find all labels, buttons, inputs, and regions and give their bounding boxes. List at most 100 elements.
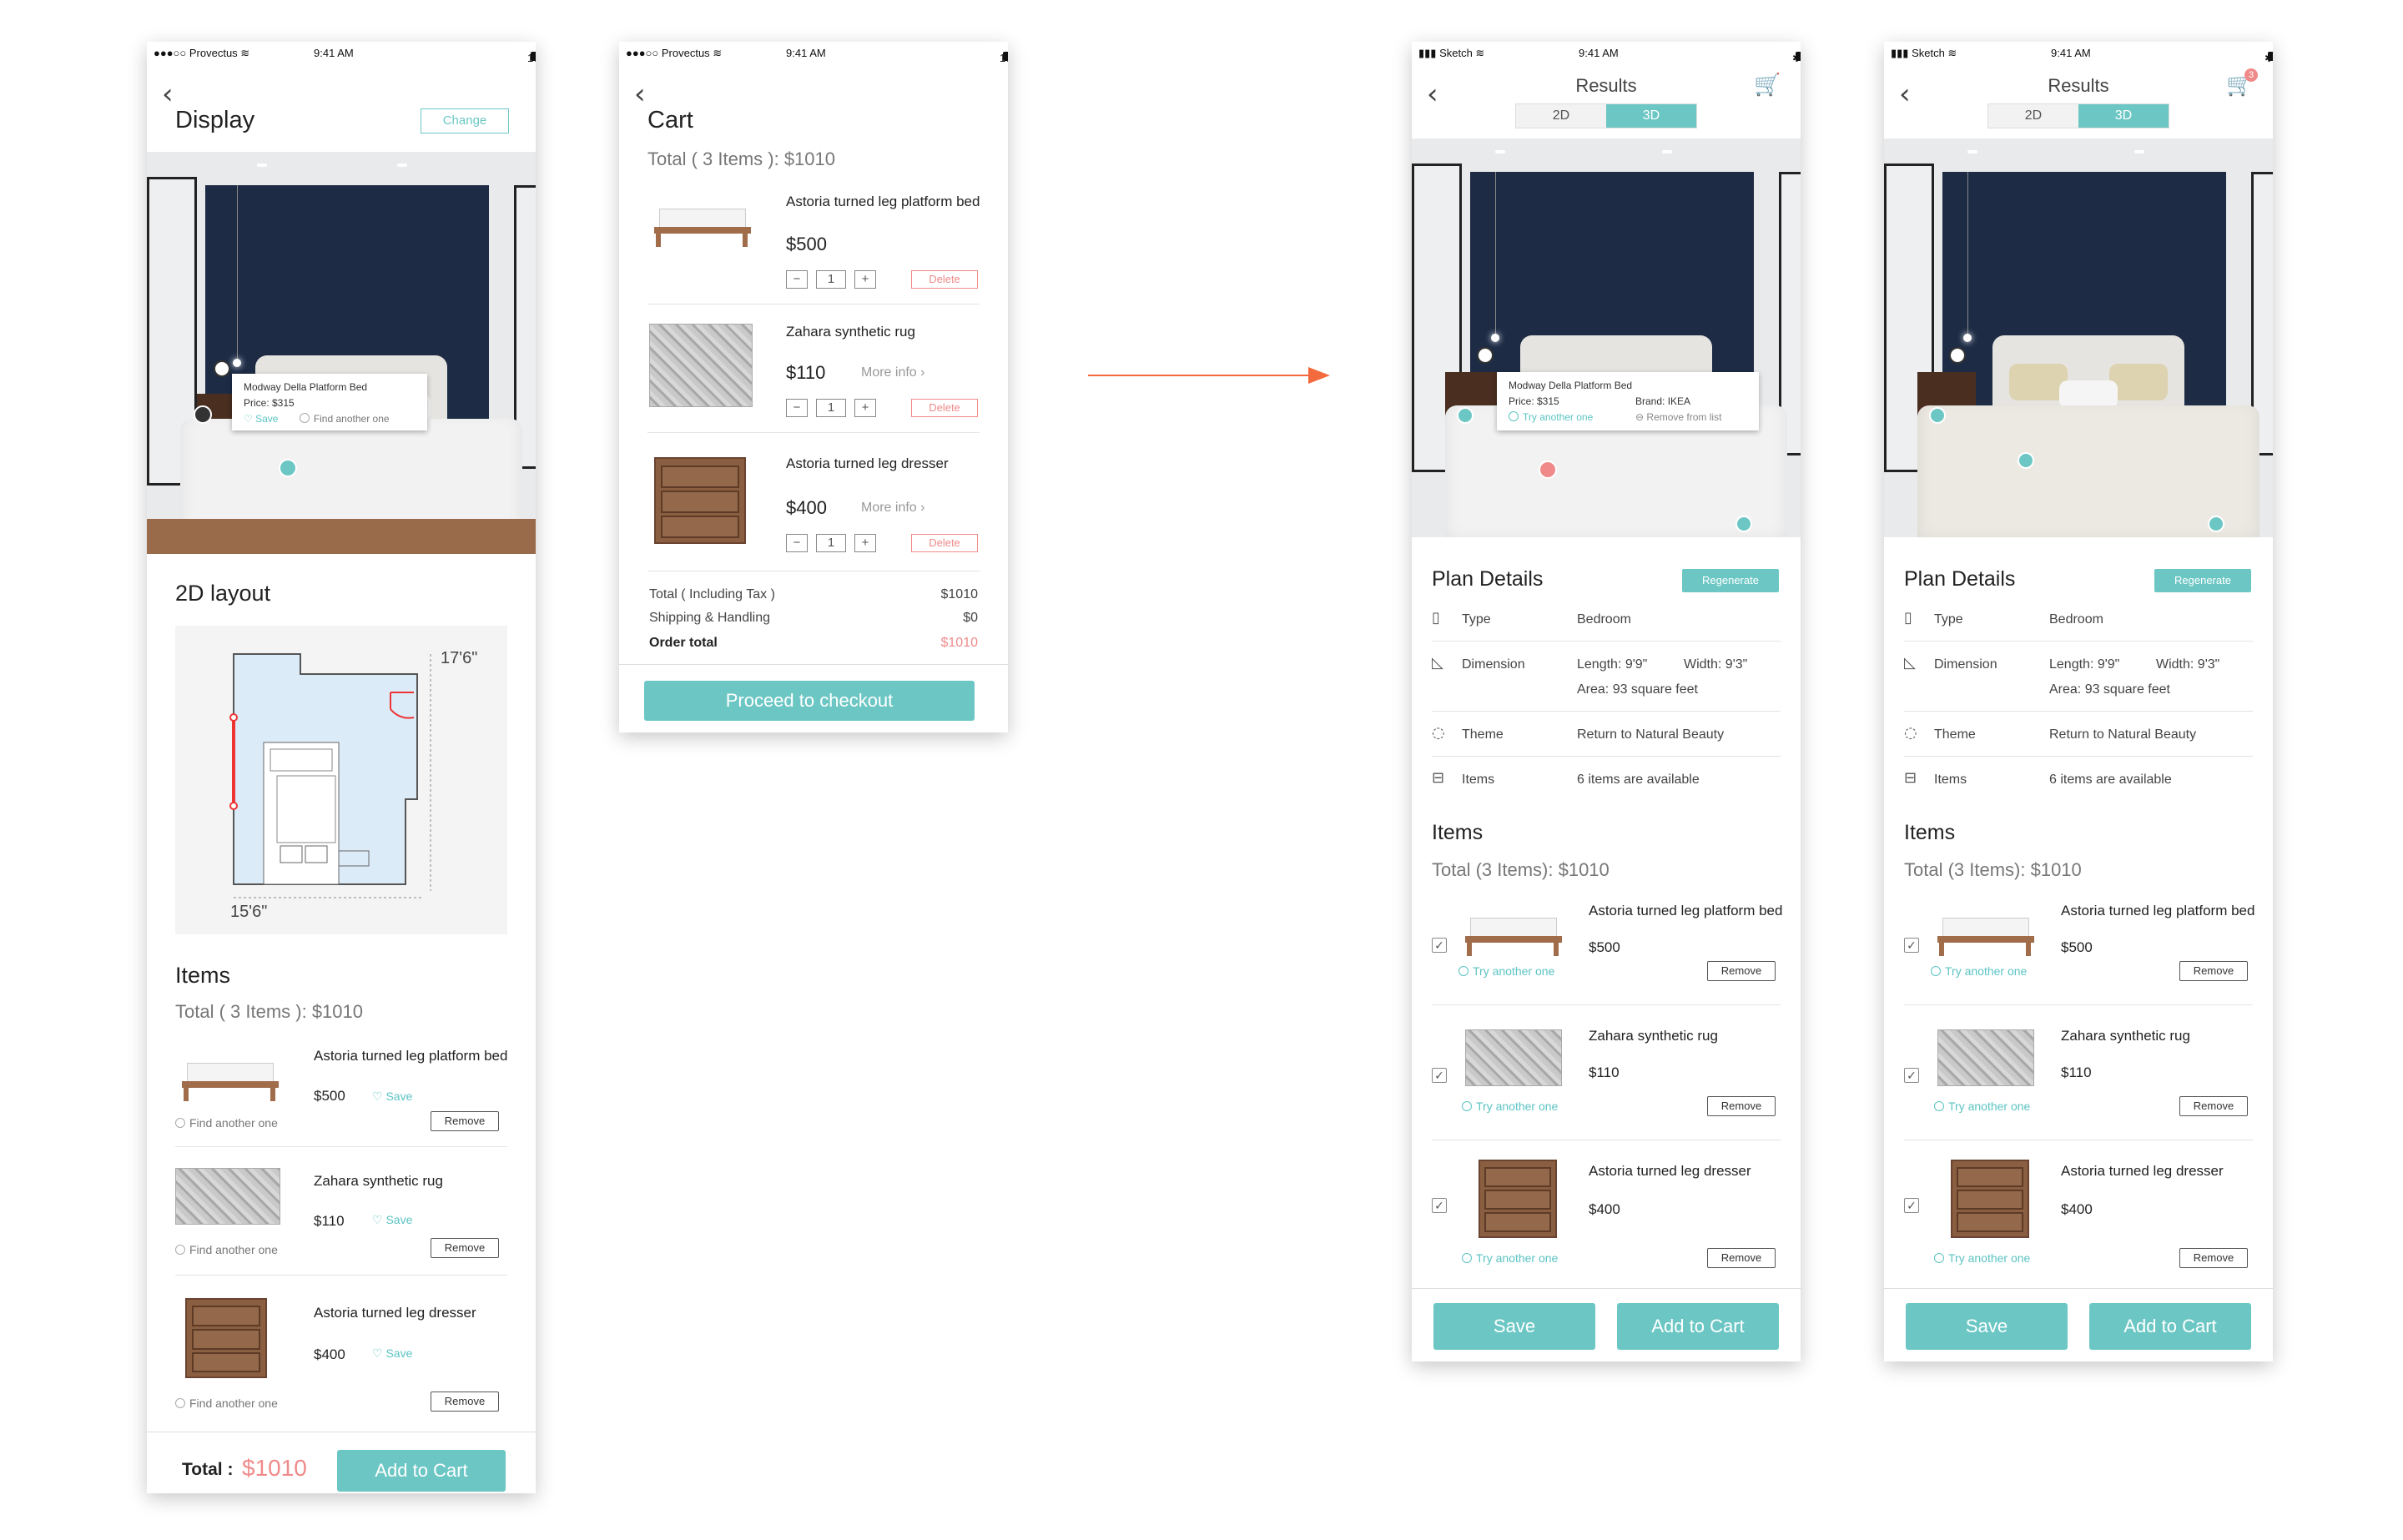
remove-button[interactable]: Remove [431, 1111, 499, 1131]
items-title: Items [175, 963, 231, 988]
item-checkbox[interactable]: ✓ [1432, 1198, 1447, 1213]
tab-3d[interactable]: 3D [1606, 104, 1696, 128]
product-tooltip: Modway Della Platform Bed Price: $315 ♡ … [232, 374, 427, 430]
increment-button[interactable]: + [854, 270, 876, 289]
increment-button[interactable]: + [854, 534, 876, 552]
change-button[interactable]: Change [421, 108, 509, 133]
try-another-link[interactable]: Try another one [1931, 964, 2027, 978]
radio-icon [1934, 1101, 1944, 1111]
save-button[interactable]: Save [1433, 1303, 1595, 1350]
item-checkbox[interactable]: ✓ [1432, 938, 1447, 953]
dimension-right: 17'6" [441, 649, 478, 667]
quantity-value[interactable]: 1 [816, 534, 846, 552]
decrement-button[interactable]: − [786, 534, 808, 552]
try-another-link[interactable]: Try another one [1462, 1251, 1558, 1265]
footer-total-label: Total : [182, 1460, 234, 1479]
hotspot-nightstand[interactable] [1929, 407, 1946, 424]
item-price: $400 [2061, 1201, 2093, 1217]
palette-icon: ◌ [1432, 724, 1445, 742]
item-save-link[interactable]: ♡ Save [372, 1346, 412, 1361]
tooltip-try-another[interactable]: Try another one [1509, 411, 1593, 423]
decrement-button[interactable]: − [786, 270, 808, 289]
decrement-button[interactable]: − [786, 399, 808, 417]
more-info-link[interactable]: More info › [861, 365, 924, 380]
quantity-value[interactable]: 1 [816, 270, 846, 289]
delete-button[interactable]: Delete [911, 270, 978, 289]
delete-button[interactable]: Delete [911, 534, 978, 552]
plan-title: Plan Details [1904, 567, 2016, 591]
remove-button[interactable]: Remove [2179, 1248, 2248, 1268]
item-save-link[interactable]: ♡ Save [372, 1090, 412, 1104]
hotspot-lamp[interactable] [1949, 347, 1966, 364]
carrier-label: ▮▮▮ Sketch ≋ [1418, 47, 1485, 59]
remove-button[interactable]: Remove [1707, 961, 1776, 981]
item-checkbox[interactable]: ✓ [1904, 1198, 1919, 1213]
product-thumb-dresser [185, 1298, 267, 1378]
item-name: Astoria turned leg platform bed [786, 194, 980, 209]
save-button[interactable]: Save [1906, 1303, 2068, 1350]
row-label: Dimension [1462, 657, 1525, 672]
try-another-link[interactable]: Try another one [1934, 1100, 2030, 1113]
remove-button[interactable]: Remove [1707, 1096, 1776, 1116]
hotspot-bed[interactable] [2018, 452, 2034, 469]
items-total: Total ( 3 Items ): $1010 [175, 1001, 363, 1022]
page-title: Display [175, 107, 255, 133]
row-value: Bedroom [1577, 612, 1631, 627]
delete-button[interactable]: Delete [911, 399, 978, 417]
hotspot-rug[interactable] [2208, 516, 2224, 532]
regenerate-button[interactable]: Regenerate [1682, 569, 1779, 592]
cart-icon[interactable]: 🛒 [1754, 72, 1781, 98]
item-checkbox[interactable]: ✓ [1432, 1068, 1447, 1083]
status-time: 9:41 AM [1579, 47, 1619, 59]
remove-button[interactable]: Remove [431, 1238, 499, 1258]
chair-icon: ⊟ [1432, 769, 1445, 787]
find-another-link[interactable]: Find another one [175, 1397, 278, 1410]
tab-2d[interactable]: 2D [1988, 104, 2078, 128]
find-another-link[interactable]: Find another one [175, 1243, 278, 1256]
heart-icon: ♡ [372, 1090, 383, 1103]
document-icon: ▯ [1904, 609, 1912, 627]
tab-3d[interactable]: 3D [2078, 104, 2169, 128]
try-another-link[interactable]: Try another one [1934, 1251, 2030, 1265]
more-info-link[interactable]: More info › [861, 501, 924, 516]
back-icon[interactable]: ‹ [162, 80, 174, 108]
add-to-cart-button[interactable]: Add to Cart [337, 1450, 506, 1492]
back-icon[interactable]: ‹ [634, 80, 646, 108]
quantity-value[interactable]: 1 [816, 399, 846, 417]
hotspot-rug[interactable] [1736, 516, 1752, 532]
try-another-link[interactable]: Try another one [1462, 1100, 1558, 1113]
product-thumb-dresser [654, 457, 746, 544]
try-another-link[interactable]: Try another one [1458, 964, 1554, 978]
remove-button[interactable]: Remove [1707, 1248, 1776, 1268]
hotspot-lamp[interactable] [214, 360, 230, 377]
item-checkbox[interactable]: ✓ [1904, 1068, 1919, 1083]
item-checkbox[interactable]: ✓ [1904, 938, 1919, 953]
find-another-link[interactable]: Find another one [175, 1116, 278, 1130]
tooltip-price: Price: $315 [1509, 395, 1559, 407]
tooltip-remove[interactable]: ⊖ Remove from list [1635, 410, 1721, 425]
remove-button[interactable]: Remove [2179, 961, 2248, 981]
add-to-cart-button[interactable]: Add to Cart [2089, 1303, 2251, 1350]
hotspot-nightstand[interactable] [1457, 407, 1474, 424]
item-name: Astoria turned leg dresser [1589, 1163, 1751, 1179]
order-total-value: $1010 [940, 636, 979, 650]
hotspot-rug[interactable] [279, 459, 297, 477]
item-save-link[interactable]: ♡ Save [372, 1213, 412, 1227]
tab-2d[interactable]: 2D [1516, 104, 1606, 128]
room-photo: Modway Della Platform Bed Price: $315 Bra… [1412, 138, 1801, 537]
heart-icon: ♡ [372, 1213, 383, 1226]
hotspot-bed[interactable] [1539, 460, 1557, 479]
remove-circle-icon: ⊖ [1635, 411, 1645, 423]
remove-button[interactable]: Remove [2179, 1096, 2248, 1116]
hotspot-lamp[interactable] [1477, 347, 1494, 364]
tooltip-find-another[interactable]: Find another one [299, 413, 390, 425]
tooltip-save[interactable]: ♡ Save [244, 413, 278, 425]
regenerate-button[interactable]: Regenerate [2154, 569, 2251, 592]
hotspot-nightstand[interactable] [194, 405, 212, 424]
checkout-button[interactable]: Proceed to checkout [644, 681, 975, 721]
remove-button[interactable]: Remove [431, 1392, 499, 1412]
heart-icon: ♡ [372, 1346, 383, 1360]
increment-button[interactable]: + [854, 399, 876, 417]
item-price: $110 [786, 362, 826, 383]
add-to-cart-button[interactable]: Add to Cart [1617, 1303, 1779, 1350]
